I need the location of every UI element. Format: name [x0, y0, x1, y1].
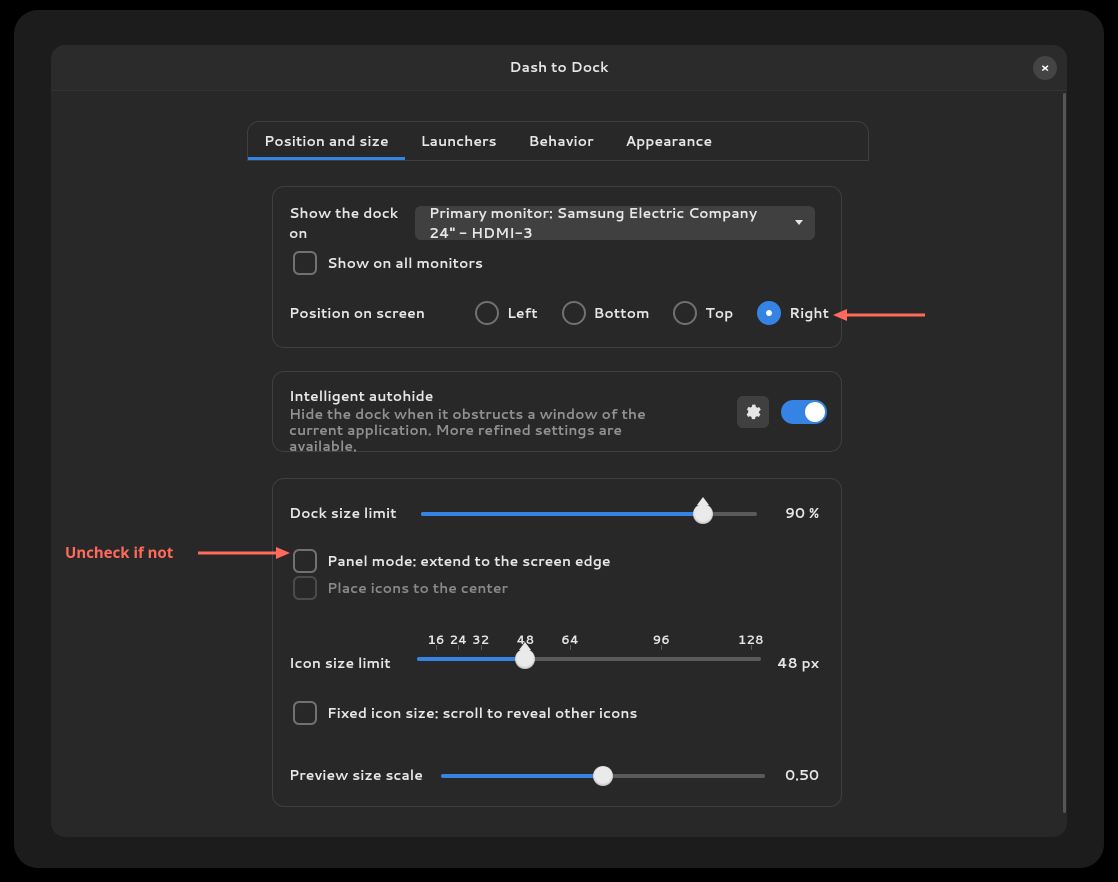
- tab-launchers[interactable]: Launchers: [405, 122, 513, 160]
- tabs-bar: Position and size Launchers Behavior App…: [247, 121, 869, 161]
- gear-icon: [745, 404, 761, 420]
- titlebar: Dash to Dock ×: [51, 45, 1067, 91]
- slider-thumb-icon: [693, 504, 713, 524]
- close-button[interactable]: ×: [1033, 56, 1057, 80]
- position-radio-left[interactable]: Left: [475, 301, 538, 325]
- annotation-arrow-right: [833, 308, 928, 322]
- show-on-all-monitors-checkbox[interactable]: [293, 251, 317, 275]
- tab-position-and-size[interactable]: Position and size: [248, 122, 405, 160]
- slider-thumb-icon: [515, 649, 535, 669]
- scrollbar[interactable]: [1063, 93, 1066, 813]
- dash-to-dock-dialog: Dash to Dock × Position and size Launche…: [51, 45, 1067, 837]
- panel-mode-label: Panel mode: extend to the screen edge: [327, 551, 611, 571]
- icon-size-limit-value: 48 px: [777, 653, 819, 673]
- section-sizes: Dock size limit 90 % Panel mode: extend …: [272, 478, 842, 807]
- icon-size-tick-labels: 16 24 32 48 64 96 128: [417, 631, 761, 645]
- tab-label: Position and size: [264, 131, 389, 151]
- radio-icon: [475, 301, 499, 325]
- section-position: Show the dock on Primary monitor: Samsun…: [272, 186, 842, 348]
- intelligent-autohide-description: Hide the dock when it obstructs a window…: [289, 406, 649, 454]
- position-on-screen-label: Position on screen: [289, 303, 475, 323]
- radio-icon: [562, 301, 586, 325]
- place-icons-center-checkbox: [293, 576, 317, 600]
- radio-label: Top: [705, 303, 733, 323]
- preview-size-scale-slider[interactable]: [441, 765, 765, 785]
- place-icons-center-label: Place icons to the center: [327, 578, 508, 598]
- monitor-select-value: Primary monitor: Samsung Electric Compan…: [429, 203, 785, 243]
- close-icon: ×: [1041, 59, 1050, 76]
- preview-size-scale-label: Preview size scale: [289, 765, 441, 785]
- fixed-icon-size-checkbox[interactable]: [293, 701, 317, 725]
- tab-behavior[interactable]: Behavior: [513, 122, 610, 160]
- show-dock-on-label: Show the dock on: [289, 203, 415, 243]
- dialog-title: Dash to Dock: [509, 57, 608, 77]
- panel-mode-checkbox[interactable]: [293, 549, 317, 573]
- annotation-arrow-uncheck: [198, 546, 290, 560]
- tab-label: Launchers: [421, 131, 497, 151]
- radio-icon: [673, 301, 697, 325]
- fixed-icon-size-label: Fixed icon size: scroll to reveal other …: [327, 703, 638, 723]
- tab-appearance[interactable]: Appearance: [610, 122, 729, 160]
- icon-size-limit-label: Icon size limit: [289, 653, 391, 673]
- annotation-uncheck-label: Uncheck if not: [65, 543, 173, 563]
- icon-size-limit-slider[interactable]: 16 24 32 48 64 96 128: [417, 631, 761, 661]
- monitor-select[interactable]: Primary monitor: Samsung Electric Compan…: [415, 206, 815, 240]
- section-autohide: Intelligent autohide Hide the dock when …: [272, 371, 842, 452]
- dock-size-limit-slider[interactable]: [421, 503, 757, 523]
- tab-label: Appearance: [626, 131, 713, 151]
- autohide-settings-button[interactable]: [737, 396, 769, 428]
- chevron-down-icon: [795, 220, 803, 225]
- show-on-all-monitors-label: Show on all monitors: [327, 253, 483, 273]
- preview-size-scale-value: 0.50: [779, 765, 819, 785]
- slider-thumb-icon: [593, 766, 613, 786]
- intelligent-autohide-title: Intelligent autohide: [289, 386, 649, 406]
- radio-icon: [757, 301, 781, 325]
- dock-size-limit-value: 90 %: [773, 503, 819, 523]
- radio-label: Bottom: [594, 303, 650, 323]
- radio-label: Right: [789, 303, 829, 323]
- position-radio-top[interactable]: Top: [673, 301, 733, 325]
- radio-label: Left: [507, 303, 538, 323]
- autohide-switch[interactable]: [781, 400, 827, 424]
- dock-size-limit-label: Dock size limit: [289, 503, 421, 523]
- tab-label: Behavior: [529, 131, 594, 151]
- position-radio-right[interactable]: Right: [757, 301, 829, 325]
- position-radio-bottom[interactable]: Bottom: [562, 301, 650, 325]
